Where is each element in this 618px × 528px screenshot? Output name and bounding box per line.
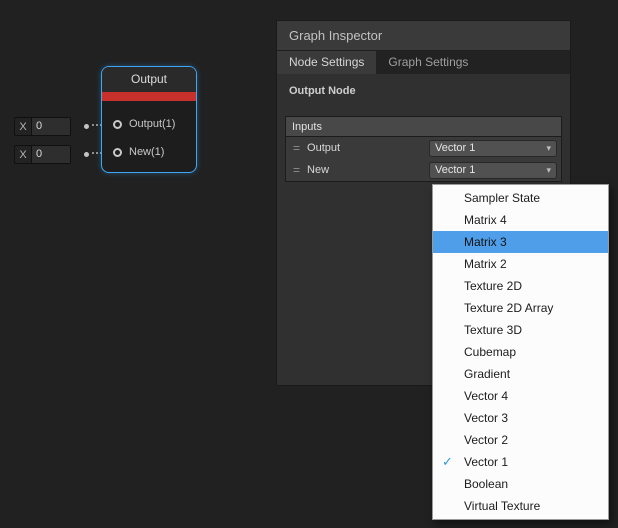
axis-label: X	[15, 149, 31, 161]
dropdown-value: Vector 1	[435, 164, 475, 176]
type-dropdown-new[interactable]: Vector 1 ▾	[429, 162, 557, 179]
menu-item-texture-3d[interactable]: Texture 3D	[433, 319, 608, 341]
tab-node-settings[interactable]: Node Settings	[277, 51, 376, 74]
port-row-output: Output(1)	[102, 110, 196, 138]
menu-item-matrix-3[interactable]: Matrix 3	[433, 231, 608, 253]
menu-item-gradient[interactable]: Gradient	[433, 363, 608, 385]
menu-item-virtual-texture[interactable]: Virtual Texture	[433, 495, 608, 517]
menu-item-matrix-2[interactable]: Matrix 2	[433, 253, 608, 275]
check-icon: ✓	[442, 451, 453, 473]
section-title: Output Node	[289, 85, 558, 97]
port-value-field-output: X 0	[14, 117, 71, 136]
node-color-bar	[102, 92, 196, 101]
port-label: Output(1)	[129, 118, 175, 130]
inputs-list-header: Inputs	[286, 117, 561, 137]
menu-item-vector-4[interactable]: Vector 4	[433, 385, 608, 407]
float-input[interactable]: 0	[31, 118, 70, 135]
shader-graph-canvas[interactable]: X 0 X 0 Output Output(1) New(1) Graph In…	[0, 0, 618, 528]
menu-item-label: Vector 1	[464, 455, 508, 469]
menu-item-boolean[interactable]: Boolean	[433, 473, 608, 495]
connector-dot	[84, 124, 89, 129]
type-dropdown-menu: Sampler State Matrix 4 Matrix 3 Matrix 2…	[432, 184, 609, 520]
port-value-field-new: X 0	[14, 145, 71, 164]
menu-item-matrix-4[interactable]: Matrix 4	[433, 209, 608, 231]
input-name: New	[307, 164, 329, 176]
input-name: Output	[307, 142, 340, 154]
node-title: Output	[102, 67, 196, 92]
float-input[interactable]: 0	[31, 146, 70, 163]
input-row-new: = New Vector 1 ▾	[286, 159, 561, 181]
drag-handle-icon[interactable]: =	[293, 163, 300, 177]
port-label: New(1)	[129, 146, 164, 158]
inputs-reorderable-list: Inputs = Output Vector 1 ▾ = New Vector …	[285, 116, 562, 182]
menu-item-sampler-state[interactable]: Sampler State	[433, 187, 608, 209]
menu-item-texture-2d-array[interactable]: Texture 2D Array	[433, 297, 608, 319]
output-node[interactable]: Output Output(1) New(1)	[101, 66, 197, 173]
drag-handle-icon[interactable]: =	[293, 141, 300, 155]
chevron-down-icon: ▾	[546, 165, 551, 176]
menu-item-cubemap[interactable]: Cubemap	[433, 341, 608, 363]
input-port-icon[interactable]	[113, 120, 122, 129]
input-row-output: = Output Vector 1 ▾	[286, 137, 561, 159]
axis-label: X	[15, 121, 31, 133]
type-dropdown-output[interactable]: Vector 1 ▾	[429, 140, 557, 157]
dropdown-value: Vector 1	[435, 142, 475, 154]
menu-item-texture-2d[interactable]: Texture 2D	[433, 275, 608, 297]
inspector-tabbar: Node Settings Graph Settings	[277, 51, 570, 74]
connector-dot	[84, 152, 89, 157]
chevron-down-icon: ▾	[546, 143, 551, 154]
panel-title: Graph Inspector	[277, 21, 570, 51]
node-port-list: Output(1) New(1)	[102, 101, 196, 166]
port-row-new: New(1)	[102, 138, 196, 166]
tab-graph-settings[interactable]: Graph Settings	[376, 51, 480, 74]
menu-item-vector-3[interactable]: Vector 3	[433, 407, 608, 429]
menu-item-vector-1[interactable]: ✓ Vector 1	[433, 451, 608, 473]
menu-item-vector-2[interactable]: Vector 2	[433, 429, 608, 451]
inspector-body: Output Node Inputs = Output Vector 1 ▾ =…	[277, 85, 570, 182]
input-port-icon[interactable]	[113, 148, 122, 157]
